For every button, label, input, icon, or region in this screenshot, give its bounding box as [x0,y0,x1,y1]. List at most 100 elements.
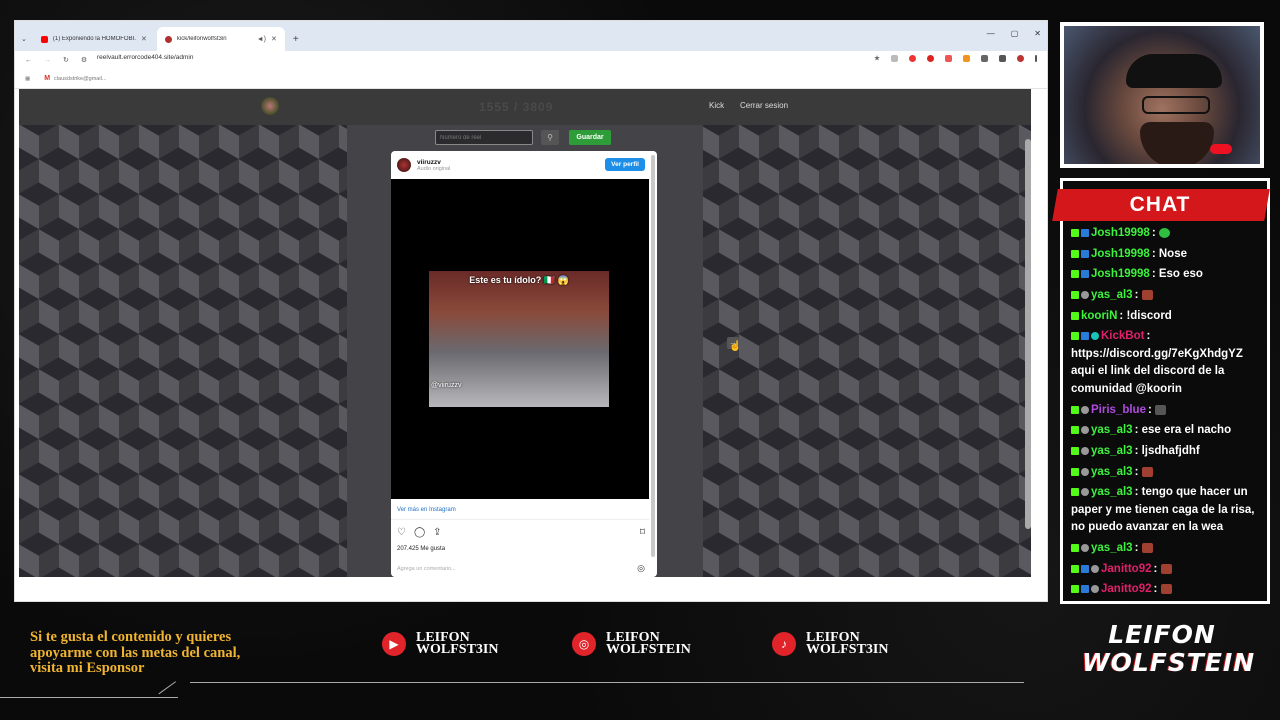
heart-icon[interactable]: ♡ [397,527,406,538]
url-field[interactable]: reelvault.errorcode404.site/admin [97,54,193,61]
youtube-icon: ▶ [382,632,406,656]
nav-link-logout[interactable]: Cerrar sesion [740,101,788,110]
bookmark-gmail[interactable]: M clausdstrike@gmail... [44,75,106,82]
chat-message: kooriN: !discord [1071,308,1261,326]
reel-number-input[interactable] [435,130,533,145]
chat-username[interactable]: Josh19998 [1091,248,1150,260]
chat-username[interactable]: Josh19998 [1091,268,1150,280]
social-instagram: ◎ LEIFON WOLFSTEIN [572,631,691,657]
chat-separator: : [1153,562,1161,575]
apps-grid-icon[interactable]: ▦ [25,76,30,82]
site-logo[interactable] [261,97,279,115]
like-count: 207.425 Me gusta [397,546,446,552]
chat-text: !discord [1126,309,1172,322]
close-window-icon[interactable]: ✕ [1034,29,1041,38]
chat-username[interactable]: Josh19998 [1091,227,1150,239]
channel-logo: LEIFON WOLFSTEIN [1082,622,1254,678]
chat-username[interactable]: yas_al3 [1091,424,1133,436]
ig-video[interactable]: Este es tu ídolo? 🇮🇹 😱 @viiruzzv [391,179,649,499]
close-icon[interactable]: ✕ [141,35,147,43]
tab-youtube[interactable]: (1) Exponiendo la HOMOFOBI... ✕ [33,27,155,51]
media-icon[interactable] [999,55,1006,62]
gray-badge-icon [1091,585,1099,594]
page-scrollbar[interactable] [1025,139,1031,529]
new-tab-icon[interactable]: + [293,34,299,45]
forward-icon[interactable]: → [44,57,51,64]
webcam-beard [1140,122,1214,164]
chat-username[interactable]: kooriN [1081,310,1117,322]
chat-username[interactable]: Piris_blue [1091,404,1146,416]
instagram-icon[interactable]: ◎ [637,563,645,574]
avatar[interactable] [397,158,411,172]
chat-username[interactable]: yas_al3 [1091,289,1133,301]
kick-badge-icon [1071,249,1079,258]
divider [0,697,178,698]
divider [190,682,1024,683]
bookmark-icon[interactable]: ⌑ [640,527,645,538]
kick-badge-icon [1071,446,1079,455]
bookmark-star-icon[interactable] [874,55,880,61]
nav-counter: 1555 / 3809 [479,100,554,114]
comment-icon[interactable]: ◯ [414,527,425,538]
speaker-icon[interactable]: ◄) [257,36,266,43]
search-button[interactable]: ⚲ [541,130,559,145]
chat-username[interactable]: Janitto92 [1101,563,1152,575]
ig-audio[interactable]: Audio original [417,166,450,172]
chat-username[interactable]: KickBot [1101,330,1144,342]
site-navbar: 1555 / 3809 Kick Cerrar sesion [19,89,1031,125]
chat-text: https://discord.gg/7eKgXhdgYZ aqui el li… [1071,347,1243,395]
window-controls: — ▢ ✕ [987,29,1041,38]
promo-line: visita mi Esponsor [30,660,145,676]
view-profile-button[interactable]: Ver perfil [605,158,645,171]
chat-username[interactable]: yas_al3 [1091,486,1133,498]
kick-badge-icon [1071,291,1079,300]
gmail-icon: M [44,75,51,82]
chat-separator: : [1134,289,1142,302]
chat-username[interactable]: yas_al3 [1091,466,1133,478]
reload-icon[interactable]: ↻ [63,56,69,64]
chat-message: yas_al3: [1071,464,1261,482]
chat-separator: : [1134,424,1142,437]
save-button[interactable]: Guardar [569,130,611,145]
tab-kick[interactable]: kick/leifonwolfst3in ◄) ✕ [156,27,285,51]
extension-icon[interactable] [945,55,952,62]
tab-search-icon[interactable]: ⌄ [21,35,27,43]
close-icon[interactable]: ✕ [271,35,277,43]
chat-username[interactable]: Janitto92 [1101,583,1152,595]
site-info-icon[interactable]: ⚙ [81,56,87,64]
kick-badge-icon [1071,488,1079,497]
nav-link-kick[interactable]: Kick [709,101,724,110]
chat-text: Nose [1158,247,1187,260]
emote-icon [1158,227,1170,238]
restore-icon[interactable]: ▢ [1011,29,1019,38]
opera-icon[interactable] [927,55,934,62]
view-more-link[interactable]: Ver más en Instagram [397,507,456,513]
back-icon[interactable]: ← [25,57,32,64]
kick-badge-icon [1071,544,1079,553]
comment-input[interactable]: Agrega un comentario... [397,566,456,572]
minimize-icon[interactable]: — [987,29,995,38]
extension-icon[interactable] [909,55,916,62]
share-icon[interactable]: ⇪ [433,527,441,538]
avatar[interactable] [1017,55,1024,62]
prev-arrow-button[interactable]: ← [311,335,320,345]
mouse-cursor-icon: ☝ [729,341,742,352]
youtube-favicon-icon [40,35,48,43]
chat-separator: : [1134,542,1142,555]
chat-panel: CHAT Josh19998: Josh19998: Nose Josh19998… [1052,178,1270,604]
chat-message: yas_al3: [1071,540,1261,558]
puzzle-icon[interactable] [981,55,988,62]
ig-username[interactable]: viiruzzv [417,159,450,166]
chat-username[interactable]: yas_al3 [1091,445,1133,457]
scrollbar[interactable] [651,155,655,557]
sponsor-promo: Si te gusta el contenido y quieres apoya… [30,629,240,677]
social-tiktok: ♪ LEIFON WOLFST3IN [772,631,888,657]
instagram-icon: ◎ [572,632,596,656]
extension-icon[interactable] [891,55,898,62]
chat-username[interactable]: yas_al3 [1091,542,1133,554]
menu-icon[interactable] [1035,55,1037,62]
blue-badge-icon [1081,270,1089,279]
metamask-icon[interactable] [963,55,970,62]
chat-message: Janitto92: [1071,581,1261,599]
blue-badge-icon [1081,249,1089,258]
